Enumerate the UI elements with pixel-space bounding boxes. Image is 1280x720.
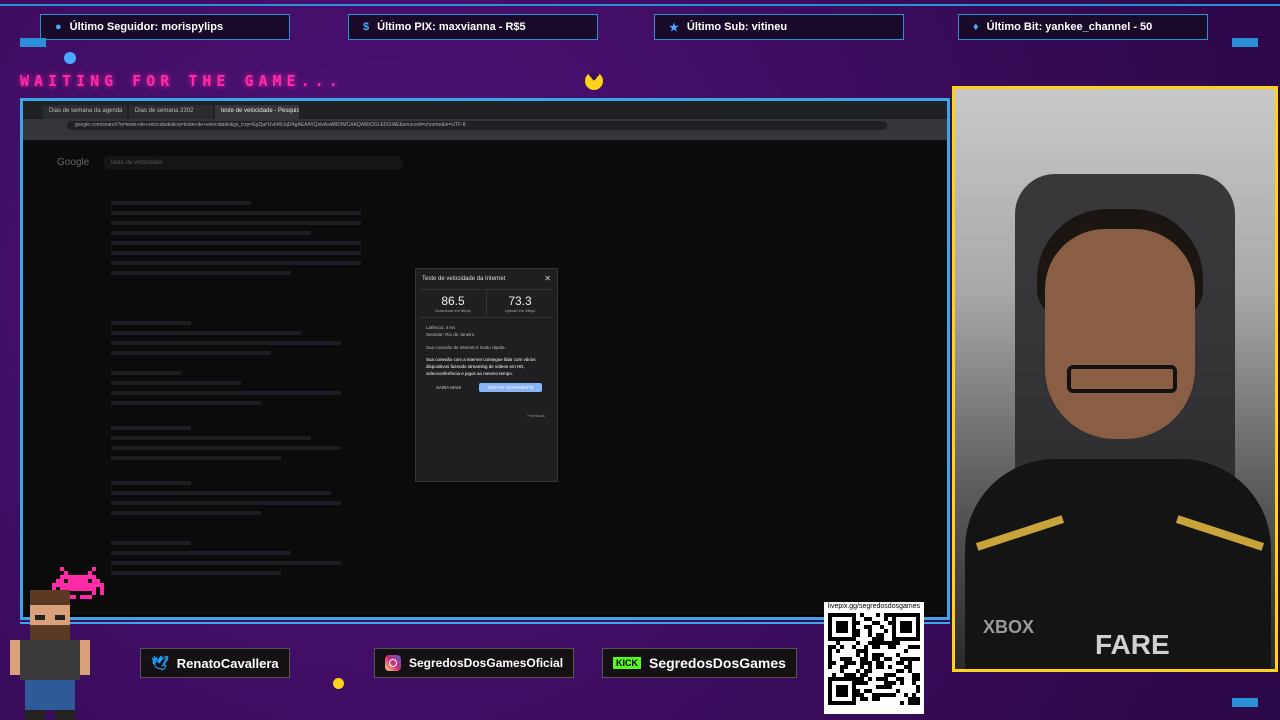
alert-last-sub: ★ Último Sub: vitineu [654, 14, 904, 40]
dollar-icon: $ [363, 21, 370, 33]
twitter-icon: 🕊 [151, 654, 169, 671]
twitter-handle: 🕊 RenatoCavallera [140, 648, 290, 678]
bookmarks-bar [23, 131, 947, 141]
quality-text: Sua conexão de internet é muito rápida. [426, 345, 506, 350]
close-icon[interactable]: ✕ [544, 274, 551, 283]
download-unit: Download em Mbps [435, 308, 471, 313]
kick-handle: KICK SegredosDosGames [602, 648, 797, 678]
waiting-text: WAITING FOR THE GAME... [20, 72, 343, 90]
diamond-icon: ♦ [973, 21, 979, 33]
download-result: 86.5 Download em Mbps [420, 290, 486, 317]
description-text: Sua conexão com a internet consegue lida… [426, 357, 536, 376]
upload-result: 73.3 Upload em Mbps [486, 290, 553, 317]
star-icon: ★ [669, 21, 679, 34]
alert-sub-text: Último Sub: vitineu [686, 21, 788, 33]
search-results-page: Google teste de velocidade Teste de velo… [23, 141, 947, 615]
alert-last-follower: ● Último Seguidor: morispylips [40, 14, 290, 40]
user-icon: ● [55, 21, 62, 33]
webcam-feed: XBOX FARE [952, 86, 1278, 672]
kick-icon: KICK [613, 657, 641, 669]
browser-toolbar: google.com/search?q=teste+de+velocidade&… [23, 119, 947, 131]
result-item [111, 426, 341, 466]
kick-text: SegredosDosGames [649, 655, 786, 671]
result-item [111, 481, 341, 521]
instagram-text: SegredosDosGamesOficial [409, 656, 564, 670]
result-item [111, 371, 341, 411]
pacman-icon [585, 72, 603, 90]
shirt-logo-xbox: XBOX [983, 617, 1035, 637]
result-item [111, 321, 341, 361]
corner-decoration [1232, 698, 1258, 707]
search-input[interactable]: teste de velocidade [103, 156, 403, 170]
alert-pix-text: Último PIX: maxvianna - R$5 [377, 21, 526, 33]
latency-text: Latência: 4 ms [426, 325, 456, 330]
browser-tabbar: Dias de semana da agenda Dias de semana … [23, 101, 947, 119]
qr-module [916, 701, 920, 705]
download-value: 86.5 [441, 294, 465, 308]
twitter-text: RenatoCavallera [176, 655, 279, 671]
browser-tab[interactable]: Dias de semana da agenda [43, 105, 127, 119]
corner-decoration [20, 38, 46, 47]
glasses [1067, 365, 1177, 393]
alert-bit-text: Último Bit: yankee_channel - 50 [986, 21, 1153, 33]
screen-capture: Dias de semana da agenda Dias de semana … [20, 98, 950, 620]
dialog-actions: SAIBA MAIS TESTAR NOVAMENTE [416, 377, 557, 398]
shirt-logo-fare: FARE [1095, 629, 1170, 660]
qr-code [828, 613, 920, 705]
instagram-handle: SegredosDosGamesOficial [374, 648, 575, 678]
result-item [111, 541, 341, 581]
overlay-top-frame [0, 0, 1280, 6]
qr-caption: livepix.gg/segredosdosgames [827, 603, 921, 610]
alert-last-pix: $ Último PIX: maxvianna - R$5 [348, 14, 598, 40]
upload-unit: Upload em Mbps [504, 308, 536, 313]
server-text: Servidor: Rio de Janeiro [426, 332, 475, 337]
dialog-title: Teste de velocidade da Internet [422, 276, 506, 282]
alert-follower-text: Último Seguidor: morispylips [69, 21, 224, 33]
corner-decoration [1232, 38, 1258, 47]
browser-tab[interactable]: Dias de semana 2302 [129, 105, 213, 119]
alert-last-bit: ♦ Último Bit: yankee_channel - 50 [958, 14, 1208, 40]
retest-button[interactable]: TESTAR NOVAMENTE [479, 383, 543, 392]
pixel-character-icon [10, 590, 90, 720]
screen-bottom-border [20, 622, 950, 624]
decor-dot [333, 678, 344, 689]
speed-results: 86.5 Download em Mbps 73.3 Upload em Mbp… [420, 289, 553, 318]
address-bar[interactable]: google.com/search?q=teste+de+velocidade&… [67, 120, 887, 130]
instagram-icon [385, 655, 401, 671]
qr-code-panel: livepix.gg/segredosdosgames [824, 602, 924, 714]
learn-more-button[interactable]: SAIBA MAIS [426, 383, 471, 392]
google-logo[interactable]: Google [57, 157, 89, 168]
browser-tab-active[interactable]: teste de velocidade - Pesquisa [215, 105, 299, 119]
person-head [1045, 229, 1195, 439]
upload-value: 73.3 [508, 294, 532, 308]
results-block [111, 201, 361, 281]
decor-dot [64, 52, 76, 64]
speedtest-dialog: Teste de velocidade da Internet ✕ 86.5 D… [415, 268, 558, 482]
feedback-link[interactable]: Feedback [527, 413, 545, 418]
